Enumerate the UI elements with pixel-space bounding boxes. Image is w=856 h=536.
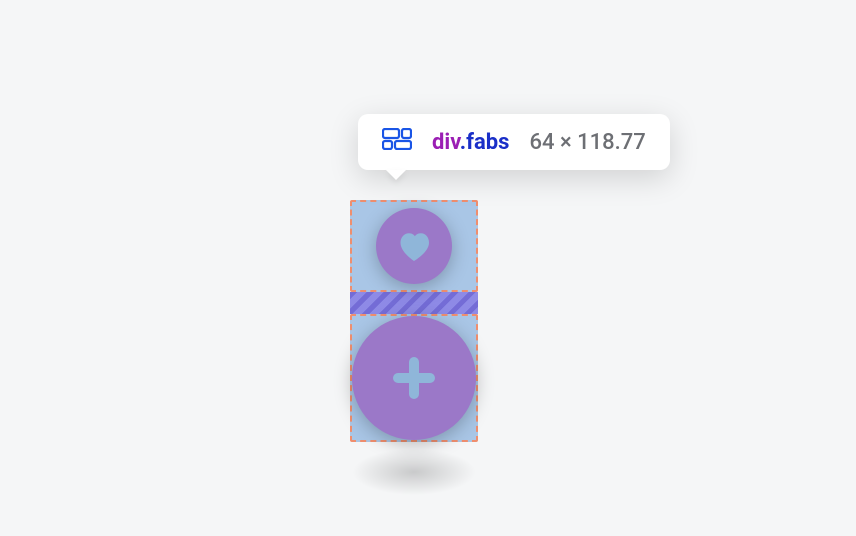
fabs-container <box>350 200 478 442</box>
add-fab[interactable] <box>352 316 476 440</box>
element-tag: div <box>432 130 460 155</box>
flex-gap-overlay <box>350 292 478 314</box>
favorite-fab[interactable] <box>376 208 452 284</box>
fab-slot-top <box>350 200 478 292</box>
heart-icon <box>396 229 432 263</box>
element-selector: div.fabs <box>432 130 509 155</box>
fab-slot-bottom <box>350 314 478 442</box>
element-dimensions: 64 × 118.77 <box>529 130 645 155</box>
fab-drop-shadow <box>350 448 478 496</box>
canvas: div.fabs 64 × 118.77 <box>0 0 856 536</box>
plus-icon <box>388 352 440 404</box>
element-inspector-tooltip: div.fabs 64 × 118.77 <box>358 114 670 170</box>
flex-icon <box>382 128 412 156</box>
element-class: .fabs <box>460 130 510 155</box>
